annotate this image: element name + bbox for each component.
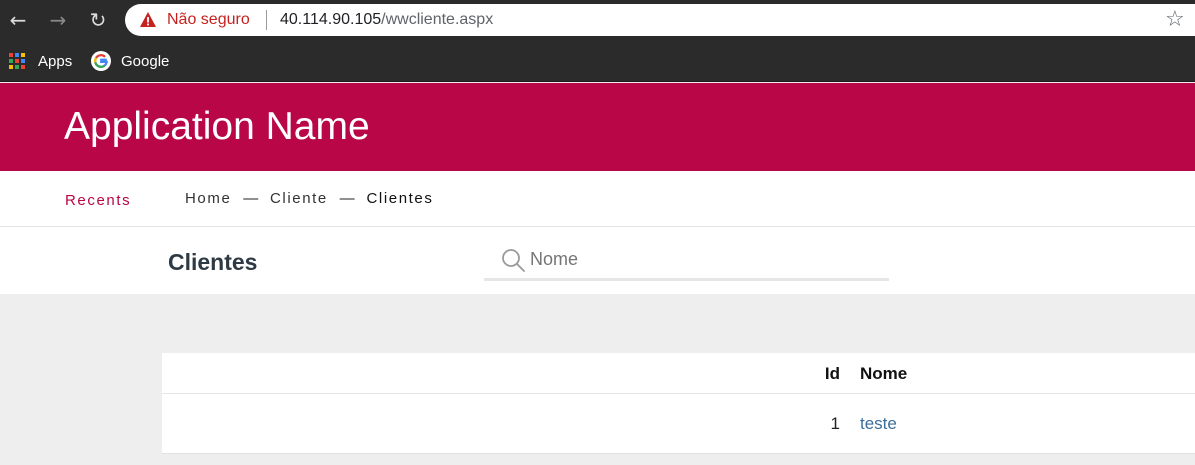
breadcrumb-separator: —	[339, 190, 355, 207]
column-header-id[interactable]: Id	[825, 364, 840, 384]
google-logo-icon	[91, 51, 111, 71]
breadcrumb: Home — Cliente — Clientes	[185, 190, 433, 207]
navigation-bar: Recents Home — Cliente — Clientes	[0, 171, 1195, 227]
app-name[interactable]: Application Name	[64, 105, 370, 149]
url-text[interactable]: 40.114.90.105/wwcliente.aspx	[280, 11, 493, 29]
search-field[interactable]	[484, 242, 889, 281]
grid-header-row: Id Nome	[162, 353, 1195, 394]
cell-id: 1	[830, 414, 840, 433]
bookmark-apps[interactable]: Apps	[9, 50, 72, 72]
breadcrumb-separator: —	[243, 190, 259, 207]
breadcrumb-cliente[interactable]: Cliente	[270, 190, 328, 207]
bookmarks-bar: Apps Google	[0, 42, 1195, 82]
apps-grid-icon	[9, 52, 26, 70]
table-row: 1 teste	[162, 394, 1195, 454]
bookmark-apps-label: Apps	[38, 52, 73, 70]
page-title: Clientes	[168, 249, 258, 275]
column-header-nome[interactable]: Nome	[860, 364, 907, 384]
url-host: 40.114.90.105	[280, 11, 382, 28]
security-status[interactable]: Não seguro	[167, 11, 250, 29]
breadcrumb-current: Clientes	[366, 190, 434, 207]
app-header: Application Name	[0, 83, 1195, 171]
page-header: Clientes	[0, 227, 1195, 294]
browser-toolbar: ← → ↻ Não seguro 40.114.90.105/wwcliente…	[0, 0, 1195, 42]
warning-icon	[140, 12, 156, 27]
bookmark-google-label: Google	[121, 52, 170, 70]
back-arrow-icon[interactable]: ←	[6, 8, 30, 32]
bookmark-google[interactable]: Google	[91, 50, 169, 72]
address-bar[interactable]: Não seguro 40.114.90.105/wwcliente.aspx …	[125, 4, 1195, 36]
recents-link[interactable]: Recents	[65, 192, 131, 209]
clientes-grid: Id Nome 1 teste	[162, 353, 1195, 454]
url-path: /wwcliente.aspx	[381, 11, 494, 28]
cell-nome-link[interactable]: teste	[860, 414, 897, 434]
reload-icon[interactable]: ↻	[86, 8, 110, 32]
forward-arrow-icon[interactable]: →	[46, 8, 70, 32]
breadcrumb-home[interactable]: Home	[185, 190, 231, 207]
address-divider	[266, 10, 267, 30]
search-input[interactable]	[530, 245, 870, 273]
search-icon	[502, 249, 525, 272]
bookmark-star-icon[interactable]: ☆	[1165, 7, 1185, 33]
